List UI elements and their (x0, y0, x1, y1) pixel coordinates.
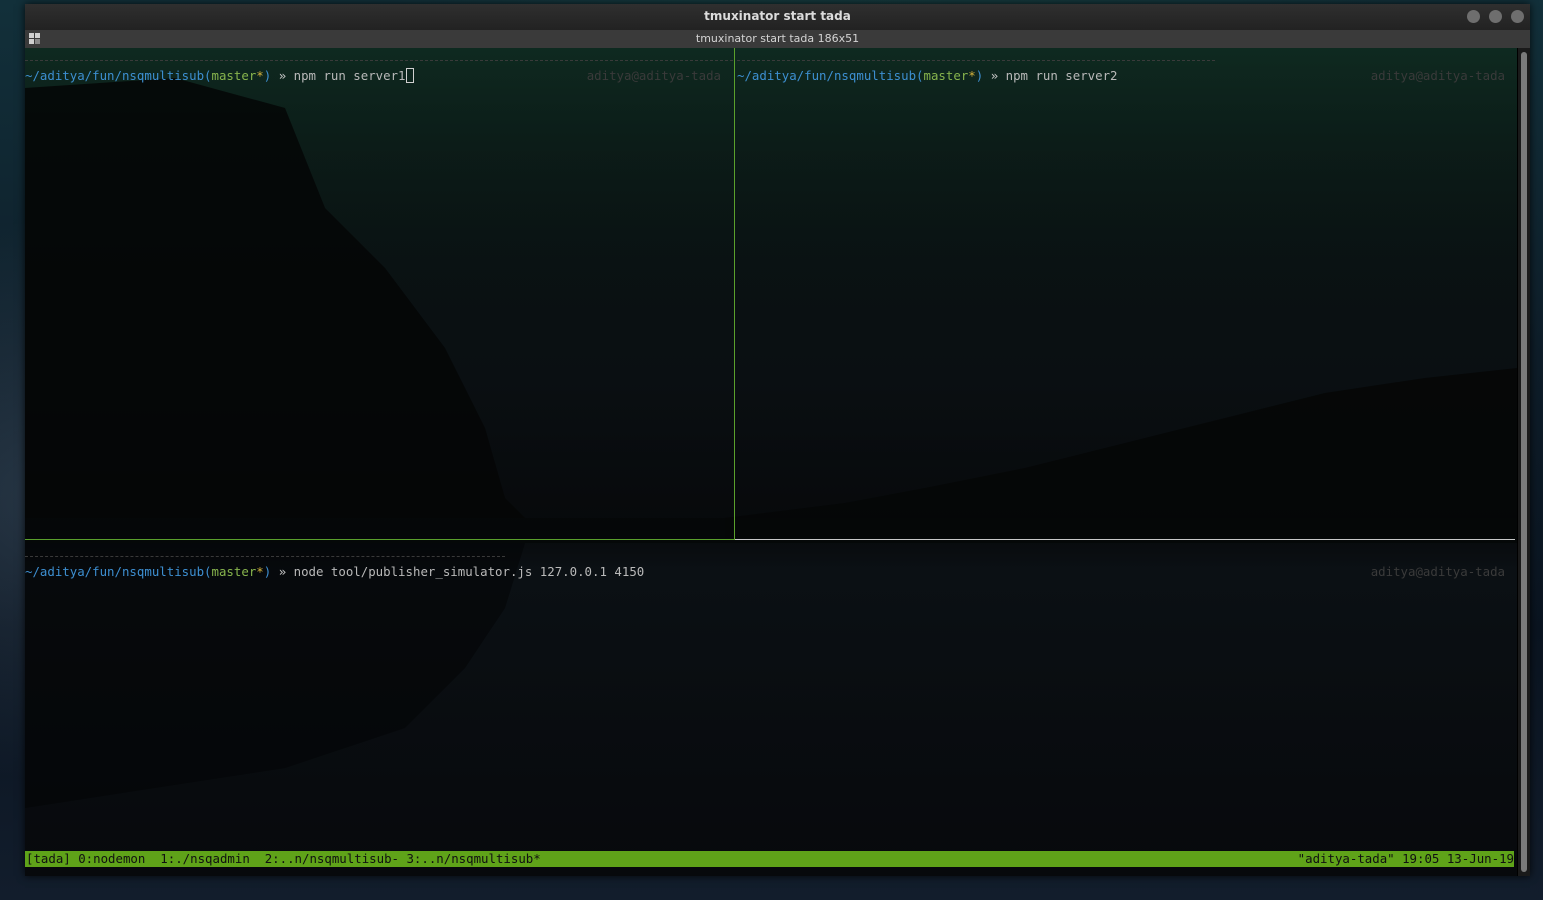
terminal-window: tmuxinator start tada tmuxinator start t… (25, 4, 1530, 876)
tab-title[interactable]: tmuxinator start tada 186x51 (696, 32, 859, 45)
minimize-icon[interactable] (1467, 10, 1480, 23)
prompt-path: ~/aditya/fun/nsqmultisub (25, 68, 205, 83)
prompt-path: ~/aditya/fun/nsqmultisub (25, 564, 205, 579)
prompt-path: ~/aditya/fun/nsqmultisub (737, 68, 917, 83)
prompt-branch: master (211, 68, 257, 83)
terminal-tab-bar[interactable]: tmuxinator start tada 186x51 (25, 30, 1530, 48)
status-window-list[interactable]: [tada] 0:nodemon 1:./nsqadmin 2:..n/nsqm… (26, 851, 541, 867)
cursor (405, 68, 414, 83)
pane-top-right-host: aditya@aditya-tada (1370, 68, 1505, 83)
prompt-separator (25, 60, 733, 61)
tmux-status-bar: [tada] 0:nodemon 1:./nsqadmin 2:..n/nsqm… (25, 851, 1514, 867)
prompt-separator (25, 556, 505, 557)
prompt-branch: master (211, 564, 257, 579)
grid-icon[interactable] (29, 33, 41, 45)
wallpaper-landscape (25, 48, 1517, 808)
pane-divider-horizontal[interactable] (735, 539, 1515, 540)
close-icon[interactable] (1511, 10, 1524, 23)
pane-bottom-host: aditya@aditya-tada (1370, 564, 1505, 579)
prompt-dirty-marker: * (256, 564, 264, 579)
prompt-command: npm run server1 (293, 68, 406, 83)
pane-divider-horizontal-active[interactable] (25, 539, 735, 540)
prompt-arrow: » (278, 564, 287, 579)
maximize-icon[interactable] (1489, 10, 1502, 23)
scrollbar-thumb[interactable] (1521, 52, 1527, 872)
prompt-command: node tool/publisher_simulator.js 127.0.0… (293, 564, 645, 579)
pane-top-right-prompt[interactable]: ~/aditya/fun/nsqmultisub(master*) » npm … (737, 68, 1118, 84)
pane-top-left-host: aditya@aditya-tada (586, 68, 721, 83)
prompt-arrow: » (990, 68, 999, 83)
prompt-dirty-marker: * (968, 68, 976, 83)
terminal-scrollbar[interactable] (1518, 48, 1530, 876)
terminal-area[interactable]: ~/aditya/fun/nsqmultisub(master*) » npm … (25, 48, 1517, 876)
pane-divider-vertical[interactable] (734, 48, 735, 540)
pane-top-left-prompt[interactable]: ~/aditya/fun/nsqmultisub(master*) » npm … (25, 68, 414, 84)
window-title: tmuxinator start tada (704, 9, 851, 23)
prompt-dirty-marker: * (256, 68, 264, 83)
prompt-branch: master (923, 68, 969, 83)
window-titlebar[interactable]: tmuxinator start tada (25, 4, 1530, 30)
pane-bottom-prompt[interactable]: ~/aditya/fun/nsqmultisub(master*) » node… (25, 564, 644, 580)
prompt-arrow: » (278, 68, 287, 83)
prompt-separator (737, 60, 1215, 61)
status-host-clock: "aditya-tada" 19:05 13-Jun-19 (1297, 851, 1514, 866)
prompt-command: npm run server2 (1005, 68, 1118, 83)
